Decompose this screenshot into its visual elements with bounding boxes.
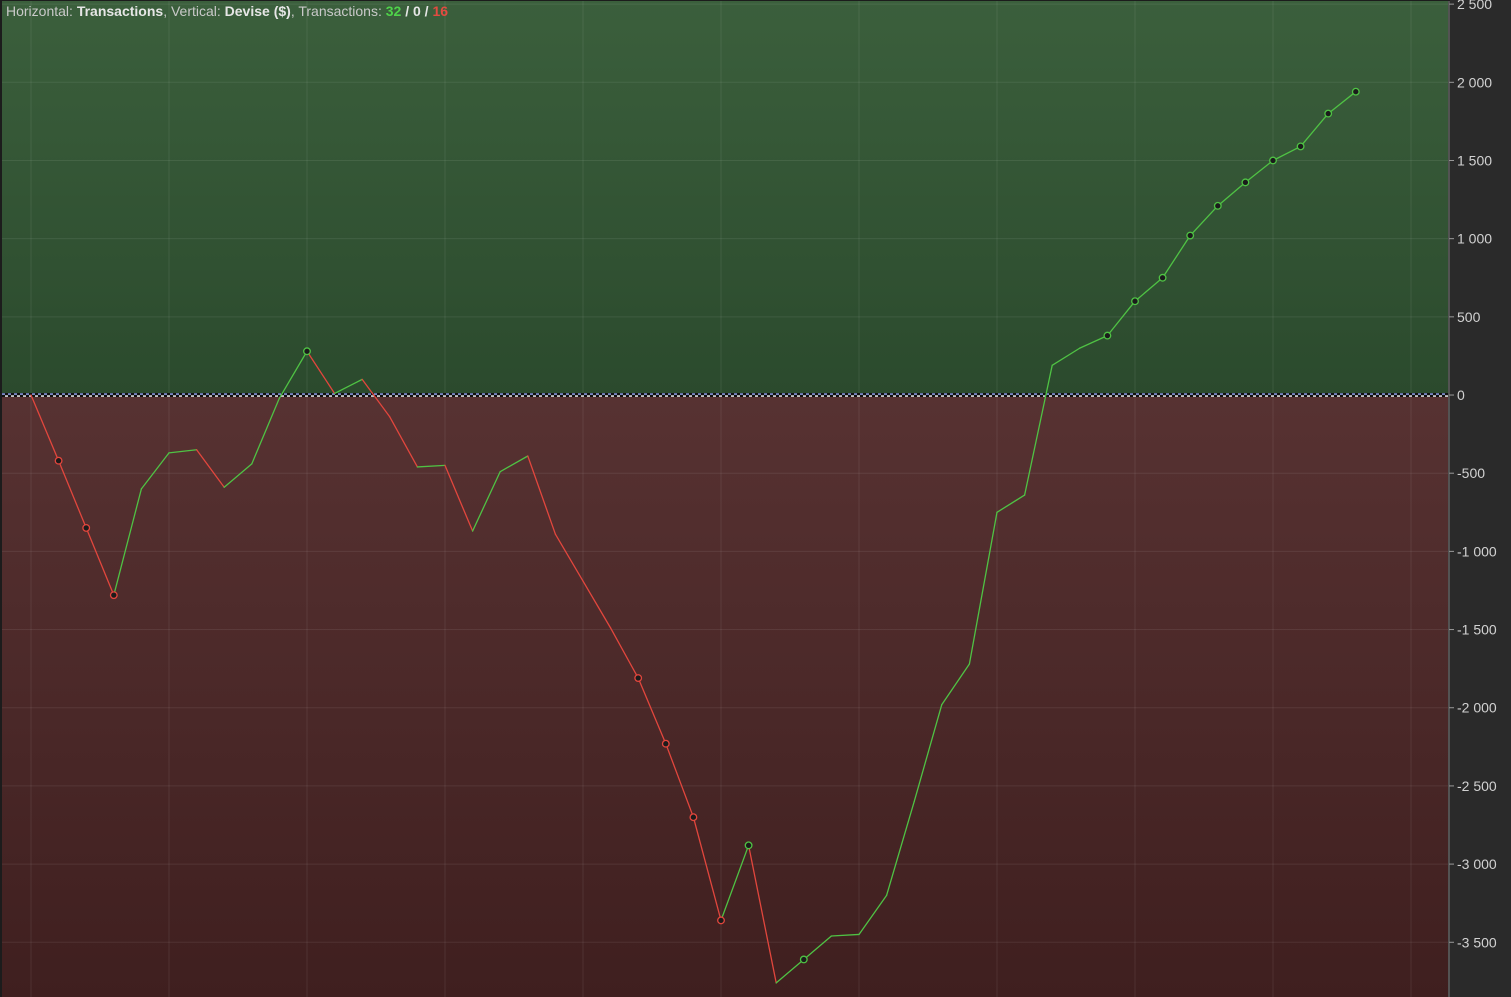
y-tick-label: 500: [1457, 309, 1481, 325]
trade-marker: [1103, 331, 1112, 340]
header-h-prefix: Horizontal:: [6, 3, 77, 19]
header-v-prefix: , Vertical:: [163, 3, 225, 19]
y-tick-label: 1 000: [1457, 231, 1492, 247]
header-v-value: Devise ($): [224, 3, 291, 19]
y-tick-label: 2 000: [1457, 74, 1492, 90]
trade-marker: [1324, 109, 1333, 118]
y-tick-label: -500: [1457, 465, 1485, 481]
y-tick-label: 2 500: [1457, 0, 1492, 12]
chart-canvas: 2 500 2 000 1 500 1 000 500 0 -500 -1 000 -1 500…: [0, 0, 1497, 997]
header-h-value: Transactions: [76, 3, 164, 19]
trade-marker: [689, 813, 698, 822]
header-sep2: /: [420, 3, 433, 19]
trade-marker: [744, 841, 753, 850]
header-wins: 32: [385, 3, 402, 19]
y-tick-label: -1 000: [1457, 543, 1497, 559]
y-tick-label: 0: [1457, 387, 1465, 403]
trade-marker: [82, 523, 91, 532]
y-tick-label: -3 000: [1457, 856, 1497, 872]
trade-marker: [661, 739, 670, 748]
trade-marker: [303, 347, 311, 356]
trade-marker: [1351, 87, 1360, 96]
y-tick-label: -3 500: [1457, 934, 1497, 950]
zero-line: [2, 393, 1449, 398]
y-tick-label: -1 500: [1457, 622, 1497, 638]
trade-marker: [109, 591, 118, 600]
y-tick-label: 1 500: [1457, 152, 1492, 168]
trade-marker: [1186, 231, 1195, 240]
trade-marker: [634, 674, 643, 682]
y-tick-label: -2 000: [1457, 700, 1497, 716]
header-losses: 16: [432, 3, 449, 19]
trade-marker: [1241, 178, 1250, 187]
y-tick-label: -2 500: [1457, 778, 1497, 794]
trade-marker: [54, 456, 63, 465]
positive-region: [2, 1, 1449, 396]
trade-marker: [1213, 201, 1222, 210]
header-even: 0: [413, 3, 421, 19]
trade-marker: [717, 916, 725, 925]
trade-marker: [799, 955, 808, 964]
trade-marker: [1269, 156, 1277, 165]
trade-marker: [1131, 297, 1139, 306]
header-sep1: /: [401, 3, 413, 19]
equity-chart: 2 500 2 000 1 500 1 000 500 0 -500 -1 000 -1 500…: [0, 0, 1511, 997]
trade-marker: [1158, 273, 1167, 282]
header-t-prefix: , Transactions:: [290, 3, 386, 19]
trade-marker: [1296, 142, 1305, 151]
chart-header: Horizontal: Transactions, Vertical: Devi…: [6, 3, 448, 19]
